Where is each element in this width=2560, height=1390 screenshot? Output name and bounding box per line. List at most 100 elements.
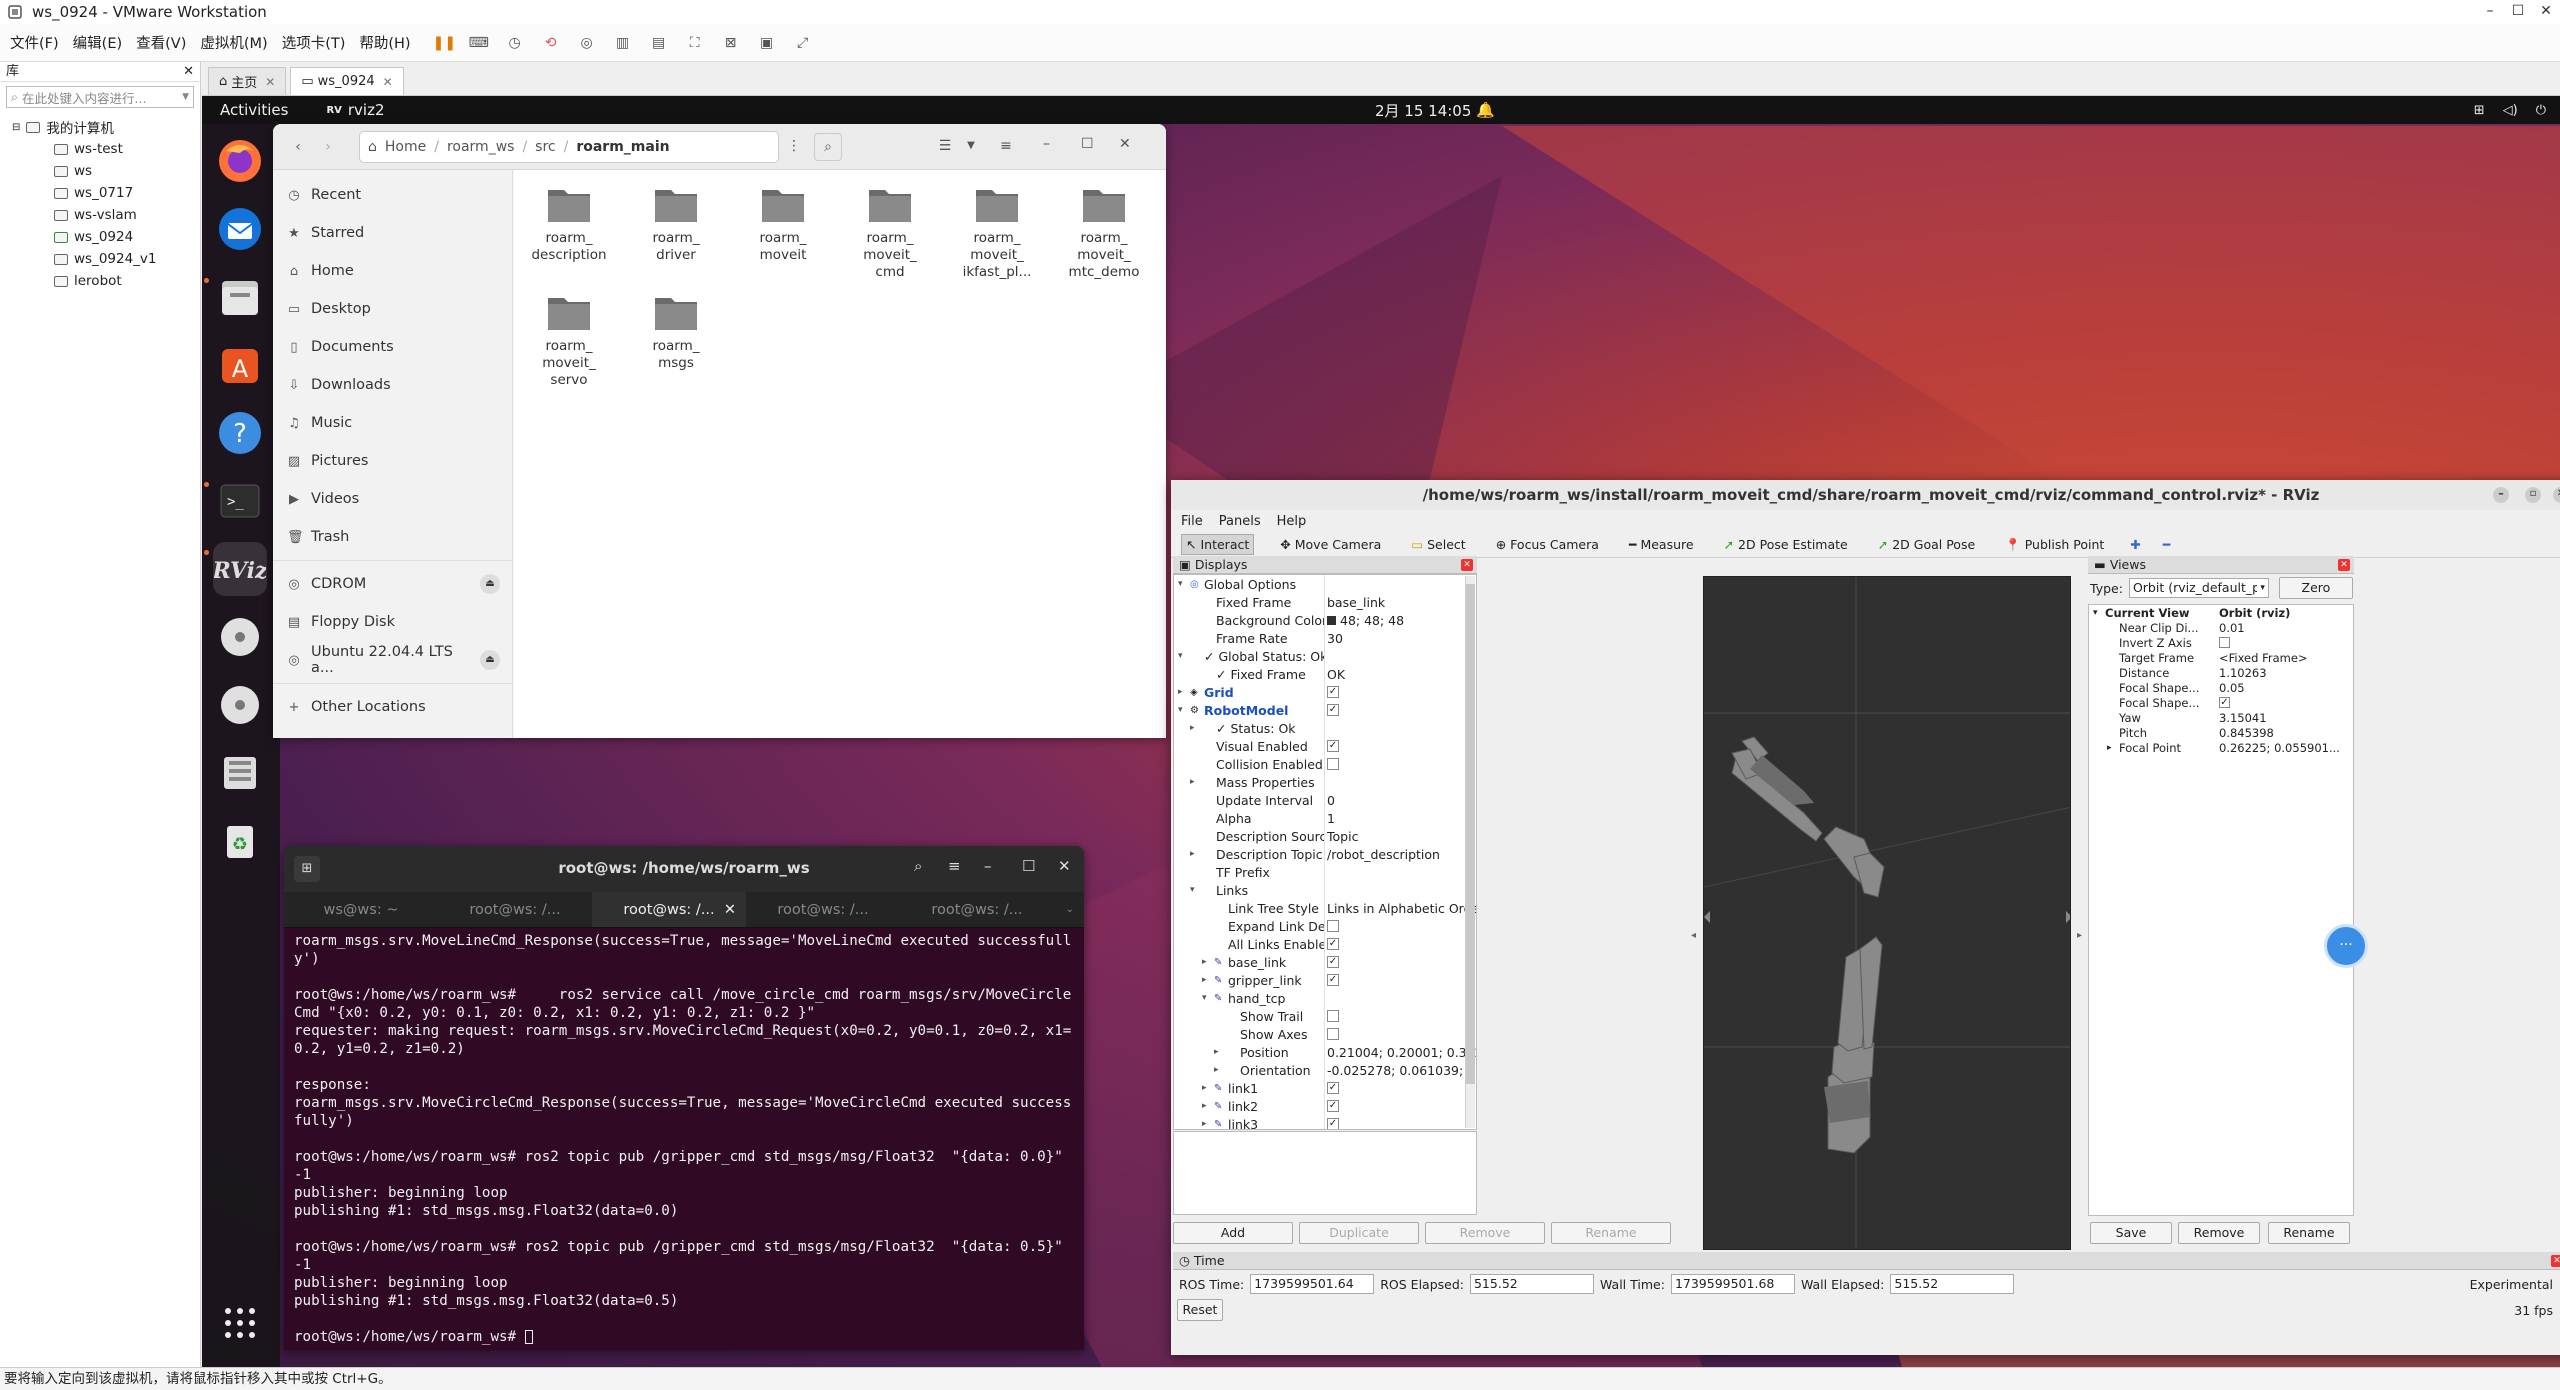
checkbox-checked[interactable]: ✓ bbox=[1327, 956, 1339, 968]
display-value-cell[interactable]: ✓ bbox=[1327, 1082, 1343, 1094]
view-tree-row[interactable]: Pitch 0.845398 bbox=[2089, 725, 2353, 740]
checkbox-unchecked[interactable] bbox=[1327, 1028, 1339, 1040]
guest-desktop[interactable]: Activities RV rviz2 2月 15 14:05 🔔 ⊞ ◁) ⏻ … bbox=[202, 96, 2560, 1367]
terminal-tab[interactable]: ws@ws: ~ bbox=[284, 892, 438, 927]
display-value-cell[interactable]: -0.025278; 0.061039; 0.38181; 0.9218 bbox=[1327, 1063, 1476, 1078]
minimize-icon[interactable]: – bbox=[2493, 487, 2509, 503]
render-viewport[interactable] bbox=[1703, 576, 2071, 1250]
views-type-select[interactable]: Orbit (rviz_default_p ▾ bbox=[2128, 578, 2269, 598]
duplicate-button[interactable]: Duplicate bbox=[1299, 1222, 1419, 1244]
display-tree-row[interactable]: Alpha 1 bbox=[1174, 809, 1476, 827]
terminal-icon[interactable]: >_ bbox=[213, 474, 267, 528]
save-view-button[interactable]: Save bbox=[2090, 1222, 2172, 1244]
close-icon[interactable]: ✕ bbox=[2532, 0, 2560, 24]
display-tree-row[interactable]: ▾ ✎ hand_tcp bbox=[1174, 989, 1476, 1007]
display-tree-row[interactable]: Show Trail bbox=[1174, 1007, 1476, 1025]
collapsed-arrow-icon[interactable]: ▸ bbox=[1178, 687, 1190, 697]
view-tree-row[interactable]: ▾ Current View Orbit (rviz) bbox=[2089, 605, 2353, 620]
checkbox-checked[interactable]: ✓ bbox=[1327, 1100, 1339, 1112]
folder-roarm-moveit[interactable]: roarm_ moveit bbox=[743, 184, 823, 264]
search-icon[interactable]: ⌕ bbox=[914, 857, 922, 875]
display-tree-row[interactable]: Show Axes bbox=[1174, 1025, 1476, 1043]
display-value-cell[interactable] bbox=[1327, 758, 1343, 770]
display-tree-row[interactable]: Visual Enabled ✓ bbox=[1174, 737, 1476, 755]
path-bar[interactable]: ⌂ Home / roarm_ws / src / roarm_main bbox=[359, 131, 779, 163]
expanded-arrow-icon[interactable]: ▾ bbox=[1190, 885, 1202, 895]
collapse-icon[interactable]: ⊟ bbox=[12, 122, 20, 133]
menu-help[interactable]: 帮助(H) bbox=[359, 32, 410, 53]
checkbox-unchecked[interactable] bbox=[2219, 637, 2230, 648]
display-tree-row[interactable]: Frame Rate 30 bbox=[1174, 629, 1476, 647]
unity-icon[interactable]: ⊠ bbox=[721, 33, 741, 53]
collapse-left-icon[interactable]: ◂ bbox=[1691, 930, 1696, 941]
stretch-icon[interactable]: ⤢ bbox=[793, 33, 813, 53]
sidebar-item-documents[interactable]: ▯ Documents bbox=[273, 328, 512, 366]
software-center-icon[interactable]: A bbox=[213, 338, 267, 392]
wall-time-field[interactable]: 1739599501.68 bbox=[1670, 1274, 1795, 1294]
display-value-cell[interactable]: ✓ bbox=[1327, 956, 1343, 968]
display-tree-row[interactable]: Fixed Frame base_link bbox=[1174, 593, 1476, 611]
display-tree-row[interactable]: ▾ ✓ Global Status: Ok bbox=[1174, 647, 1476, 665]
sidebar-item-cdrom[interactable]: ◎ CDROM ⏏ bbox=[273, 565, 512, 603]
display-tree-row[interactable]: ▸ Mass Properties bbox=[1174, 773, 1476, 791]
collapsed-arrow-icon[interactable]: ▸ bbox=[1202, 1101, 1214, 1111]
search-icon[interactable]: ⌕ bbox=[814, 133, 842, 161]
remove-tool-icon[interactable]: ━ bbox=[2163, 537, 2171, 552]
displays-tree[interactable]: ▾ ◎ Global Options Fixed Frame base_link Back… bbox=[1173, 574, 1477, 1130]
checkbox-unchecked[interactable] bbox=[1327, 1010, 1339, 1022]
menu-file[interactable]: 文件(F) bbox=[10, 32, 59, 53]
firefox-icon[interactable] bbox=[213, 134, 267, 188]
view-value-cell[interactable]: ✓ bbox=[2219, 697, 2230, 708]
display-tree-row[interactable]: ▸ ✓ Status: Ok bbox=[1174, 719, 1476, 737]
menu-tabs[interactable]: 选项卡(T) bbox=[282, 32, 346, 53]
display-tree-row[interactable]: Description Source Topic bbox=[1174, 827, 1476, 845]
list-view-icon[interactable]: ☰ bbox=[930, 133, 960, 161]
console-icon[interactable]: ▣ bbox=[757, 33, 777, 53]
back-icon[interactable]: ‹ bbox=[285, 134, 311, 160]
menu-panels[interactable]: Panels bbox=[1219, 514, 1261, 529]
snapshot-manager-icon[interactable]: ◎ bbox=[577, 33, 597, 53]
breadcrumb-roarm-ws[interactable]: roarm_ws bbox=[447, 139, 514, 155]
display-value-cell[interactable]: ✓ bbox=[1327, 704, 1343, 716]
maximize-icon[interactable]: ☐ bbox=[1022, 857, 1035, 875]
view-tree-row[interactable]: Invert Z Axis bbox=[2089, 635, 2353, 650]
display-value-cell[interactable]: /robot_description bbox=[1327, 847, 1440, 862]
display-tree-row[interactable]: ▸ Orientation -0.025278; 0.061039; 0.38181… bbox=[1174, 1061, 1476, 1079]
checkbox-unchecked[interactable] bbox=[1327, 920, 1339, 932]
collapsed-arrow-icon[interactable]: ▸ bbox=[1190, 777, 1202, 787]
breadcrumb-roarm-main[interactable]: roarm_main bbox=[576, 139, 669, 155]
sidebar-item-desktop[interactable]: ▭ Desktop bbox=[273, 290, 512, 328]
terminal-tab[interactable]: root@ws: /... ⌄ bbox=[900, 892, 1074, 927]
display-tree-row[interactable]: ▸ ✎ gripper_link ✓ bbox=[1174, 971, 1476, 989]
checkbox-checked[interactable]: ✓ bbox=[1327, 740, 1339, 752]
system-tray[interactable]: ⊞ ◁) ⏻ bbox=[2474, 103, 2546, 118]
close-icon[interactable]: ✕ bbox=[1058, 857, 1071, 875]
sidebar-item-trash[interactable]: 🗑 Trash bbox=[273, 518, 512, 556]
maximize-icon[interactable]: ☐ bbox=[2504, 0, 2532, 24]
view-value-cell[interactable]: 3.15041 bbox=[2219, 711, 2267, 725]
library-vm-item[interactable]: lerobot bbox=[0, 270, 200, 292]
checkbox-checked[interactable]: ✓ bbox=[1327, 938, 1339, 950]
collapsed-arrow-icon[interactable]: ▸ bbox=[1202, 957, 1214, 967]
view-tree-row[interactable]: Focal Shape... 0.05 bbox=[2089, 680, 2353, 695]
remove-view-button[interactable]: Remove bbox=[2178, 1222, 2260, 1244]
minimize-icon[interactable]: – bbox=[2476, 0, 2504, 24]
dvd-icon[interactable] bbox=[213, 678, 267, 732]
sidebar-item-ubuntu-disc[interactable]: ◎ Ubuntu 22.04.4 LTS a... ⏏ bbox=[273, 641, 512, 679]
collapsed-arrow-icon[interactable]: ▸ bbox=[1202, 975, 1214, 985]
activities-button[interactable]: Activities bbox=[220, 101, 288, 119]
close-tab-icon[interactable]: ✕ bbox=[724, 902, 736, 918]
collapse-right-icon[interactable]: ▸ bbox=[2077, 930, 2082, 941]
view-value-cell[interactable]: 1.10263 bbox=[2219, 666, 2267, 680]
display-value-cell[interactable]: OK bbox=[1327, 667, 1345, 682]
maximize-icon[interactable]: ▫ bbox=[2525, 487, 2541, 503]
tool-focus-camera[interactable]: ⊕ Focus Camera bbox=[1492, 535, 1603, 554]
files-icon[interactable] bbox=[213, 270, 267, 324]
trash-icon[interactable]: ♻ bbox=[213, 814, 267, 868]
collapsed-arrow-icon[interactable]: ▸ bbox=[2107, 743, 2119, 753]
library-toggle-icon[interactable]: ▥ bbox=[613, 33, 633, 53]
display-value-cell[interactable]: 0 bbox=[1327, 793, 1335, 808]
close-panel-icon[interactable]: ✕ bbox=[1461, 559, 1473, 571]
display-tree-row[interactable]: ▾ Links bbox=[1174, 881, 1476, 899]
view-value-cell[interactable]: 0.26225; 0.055901... bbox=[2219, 741, 2340, 755]
